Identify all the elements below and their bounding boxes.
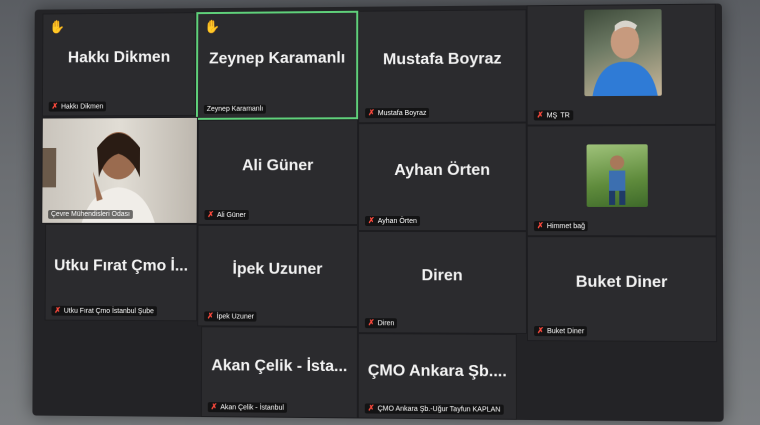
participant-name: Mustafa Boyraz [359,50,525,69]
participant-tile-diren[interactable]: Diren ✗ Diren [358,231,527,334]
participant-tile-cevre-muhendisleri[interactable]: Çevre Mühendisleri Odası [41,117,198,224]
participant-name: Zeynep Karamanlı [198,50,356,69]
participant-label: ✗ Himmet bağ [534,221,588,231]
participant-label: ✗ Ayhan Örten [365,216,420,226]
participant-label-text: Buket Diner [547,328,584,335]
participant-label-text: Himmet bağ [547,223,585,230]
participant-label-text: Utku Fırat Çmo İstanbul Şube [64,307,154,314]
participant-label: ✗ ÇMO Ankara Şb.-Uğur Tayfun KAPLAN [365,403,504,414]
participant-label-text: Diren [378,320,395,327]
participant-label-text: Hakkı Dikmen [61,103,103,110]
participant-label: ✗ Diren [365,318,397,328]
participant-label-text: Ali Güner [217,212,246,219]
participant-label-text: Mustafa Boyraz [378,109,427,116]
participant-name: Ayhan Örten [359,161,526,179]
mic-muted-icon: ✗ [368,217,375,225]
mic-muted-icon: ✗ [368,404,375,412]
mic-muted-icon: ✗ [368,109,375,117]
participant-label: Çevre Mühendisleri Odası [48,210,133,219]
participant-name: ÇMO Ankara Şb.... [359,362,516,381]
participant-label: ✗ İpek Uzuner [204,311,257,321]
participant-tile-buket-diner[interactable]: Buket Diner ✗ Buket Diner [527,236,717,342]
mic-muted-icon: ✗ [54,307,61,315]
participant-tile-ipek-uzuner[interactable]: İpek Uzuner ✗ İpek Uzuner [197,225,358,327]
participant-label: ✗ Utku Fırat Çmo İstanbul Şube [51,306,156,316]
participant-tile-akan-celik[interactable]: Akan Çelik - İsta... ✗ Akan Çelik - İsta… [201,326,358,418]
participant-label: Zeynep Karamanlı [204,105,266,114]
participant-label-text: Zeynep Karamanlı [207,106,263,113]
participant-label-text: MŞ [547,112,558,119]
participant-label-text: ÇMO Ankara Şb.-Uğur Tayfun KAPLAN [378,405,501,413]
participant-name: Utku Fırat Çmo İ... [46,258,197,276]
participant-tile-hakki-dikmen[interactable]: ✋ Hakkı Dikmen ✗ Hakkı Dikmen [42,12,196,116]
participant-name: Ali Güner [199,157,357,175]
mic-muted-icon: ✗ [537,222,544,230]
mic-muted-icon: ✗ [207,211,214,219]
participant-video [42,118,197,223]
participant-name: İpek Uzuner [198,261,357,279]
mic-muted-icon: ✗ [52,103,59,111]
participant-label: ✗ Hakkı Dikmen [49,102,107,112]
participant-name: Diren [359,267,526,286]
participant-tile-mustafa-boyraz[interactable]: Mustafa Boyraz ✗ Mustafa Boyraz [358,9,527,123]
participant-label: ✗ Buket Diner [534,326,587,336]
participant-label: ✗ Ali Güner [204,210,248,220]
participant-video [584,9,662,96]
raised-hand-icon: ✋ [49,20,65,33]
video-conference-gallery: ✋ Hakkı Dikmen ✗ Hakkı Dikmen ✋ Zeynep K… [32,4,723,422]
mic-muted-icon: ✗ [368,319,375,327]
participant-name: Buket Diner [528,273,716,292]
mic-muted-icon: ✗ [211,403,218,411]
participant-avatar [587,144,648,207]
participant-tile-cmo-ankara[interactable]: ÇMO Ankara Şb.... ✗ ÇMO Ankara Şb.-Uğur … [358,333,517,420]
participant-label-text: Çevre Mühendisleri Odası [51,211,130,218]
mic-muted-icon: ✗ [207,312,214,320]
person-avatar-icon [587,144,648,207]
participant-label: ✗ Mustafa Boyraz [365,108,429,118]
mic-muted-icon: ✗ [537,111,544,119]
language-badge: TR [560,112,569,119]
participant-tile-utku-firat[interactable]: Utku Fırat Çmo İ... ✗ Utku Fırat Çmo İst… [45,224,198,321]
participant-name: Akan Çelik - İsta... [202,357,357,376]
mic-muted-icon: ✗ [537,327,544,335]
participant-label: ✗ MŞ TR [534,110,573,120]
participant-label-text: Ayhan Örten [378,218,417,225]
participant-tile-ms[interactable]: ✗ MŞ TR [527,4,717,126]
participant-tile-ali-guner[interactable]: Ali Güner ✗ Ali Güner [198,119,359,225]
participant-label: ✗ Akan Çelik - İstanbul [208,402,287,413]
participant-tile-himmet-bag[interactable]: ✗ Himmet bağ [527,125,717,237]
participant-name: Hakkı Dikmen [43,49,195,68]
person-video-icon [42,118,198,224]
raised-hand-icon: ✋ [204,20,220,33]
participant-tile-ayhan-orten[interactable]: Ayhan Örten ✗ Ayhan Örten [358,123,527,232]
person-silhouette-icon [584,9,662,96]
participant-tile-zeynep-karamanli[interactable]: ✋ Zeynep Karamanlı Zeynep Karamanlı [196,11,358,120]
participant-label-text: İpek Uzuner [217,313,254,320]
participant-label-text: Akan Çelik - İstanbul [220,404,284,412]
